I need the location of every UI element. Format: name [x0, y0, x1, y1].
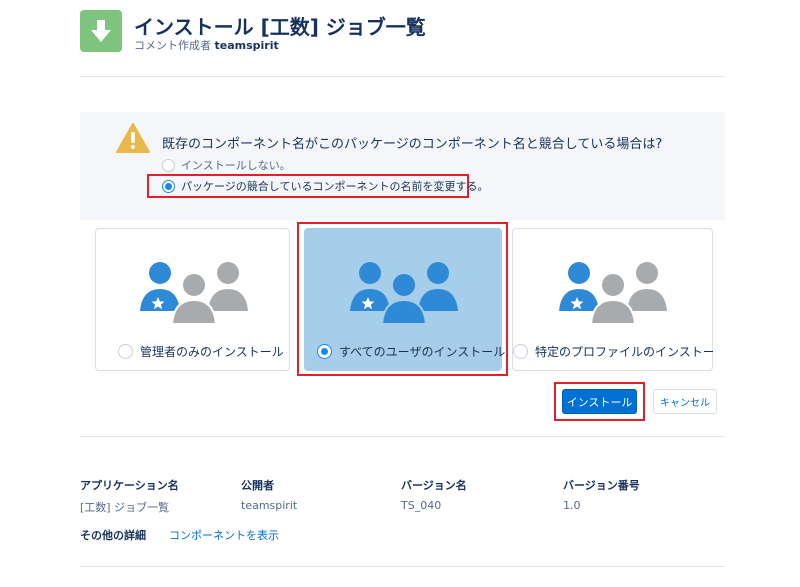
divider — [80, 566, 725, 567]
radio-rename[interactable] — [162, 179, 175, 193]
option-no-install-label: インストールしない。 — [181, 159, 291, 172]
card-specific-profiles-label: 特定のプロファイルのインストール... — [535, 345, 713, 359]
radio-no-install[interactable] — [162, 158, 175, 172]
card-specific-profiles-option[interactable]: 特定のプロファイルのインストール... — [513, 343, 713, 360]
detail-value-app-name: [工数] ジョブ一覧 — [80, 501, 170, 514]
card-specific-profiles[interactable]: 特定のプロファイルのインストール... — [512, 228, 713, 371]
subtitle-author: teamspirit — [214, 39, 279, 52]
detail-value-version-number: 1.0 — [563, 499, 581, 512]
card-admin-only-label: 管理者のみのインストール — [140, 345, 284, 359]
detail-header-version-name: バージョン名 — [401, 479, 467, 492]
cancel-button[interactable]: キャンセル — [653, 389, 717, 414]
radio-admin-only[interactable] — [118, 344, 133, 359]
option-rename[interactable]: パッケージの競合しているコンポーネントの名前を変更する。 — [162, 178, 488, 194]
divider — [80, 76, 725, 77]
detail-header-app-name: アプリケーション名 — [80, 479, 179, 492]
app-download-icon — [80, 10, 122, 52]
radio-specific-profiles[interactable] — [513, 344, 528, 359]
divider — [80, 436, 725, 437]
option-rename-label: パッケージの競合しているコンポーネントの名前を変更する。 — [181, 180, 489, 193]
card-admin-only[interactable]: 管理者のみのインストール — [95, 228, 290, 371]
detail-header-version-number: バージョン番号 — [563, 479, 640, 492]
warning-icon — [116, 123, 150, 157]
page-title: インストール [工数] ジョブ一覧 — [134, 15, 426, 39]
page-subtitle: コメント作成者 teamspirit — [134, 37, 279, 53]
detail-value-version-name: TS_040 — [401, 499, 442, 512]
view-components-link[interactable]: コンポーネントを表示 — [169, 527, 279, 543]
card-admin-only-option[interactable]: 管理者のみのインストール — [118, 343, 284, 360]
option-no-install[interactable]: インストールしない。 — [162, 157, 291, 173]
admin-users-icon — [140, 262, 248, 325]
detail-header-publisher: 公開者 — [241, 479, 274, 492]
highlight-all-users-card — [297, 222, 508, 376]
more-details-label: その他の詳細 — [80, 529, 146, 542]
install-button[interactable]: インストール — [562, 389, 637, 414]
detail-value-publisher: teamspirit — [241, 499, 298, 512]
profile-users-icon — [559, 262, 667, 325]
conflict-question: 既存のコンポーネント名がこのパッケージのコンポーネント名と競合している場合は? — [162, 137, 663, 152]
subtitle-prefix: コメント作成者 — [134, 39, 211, 52]
